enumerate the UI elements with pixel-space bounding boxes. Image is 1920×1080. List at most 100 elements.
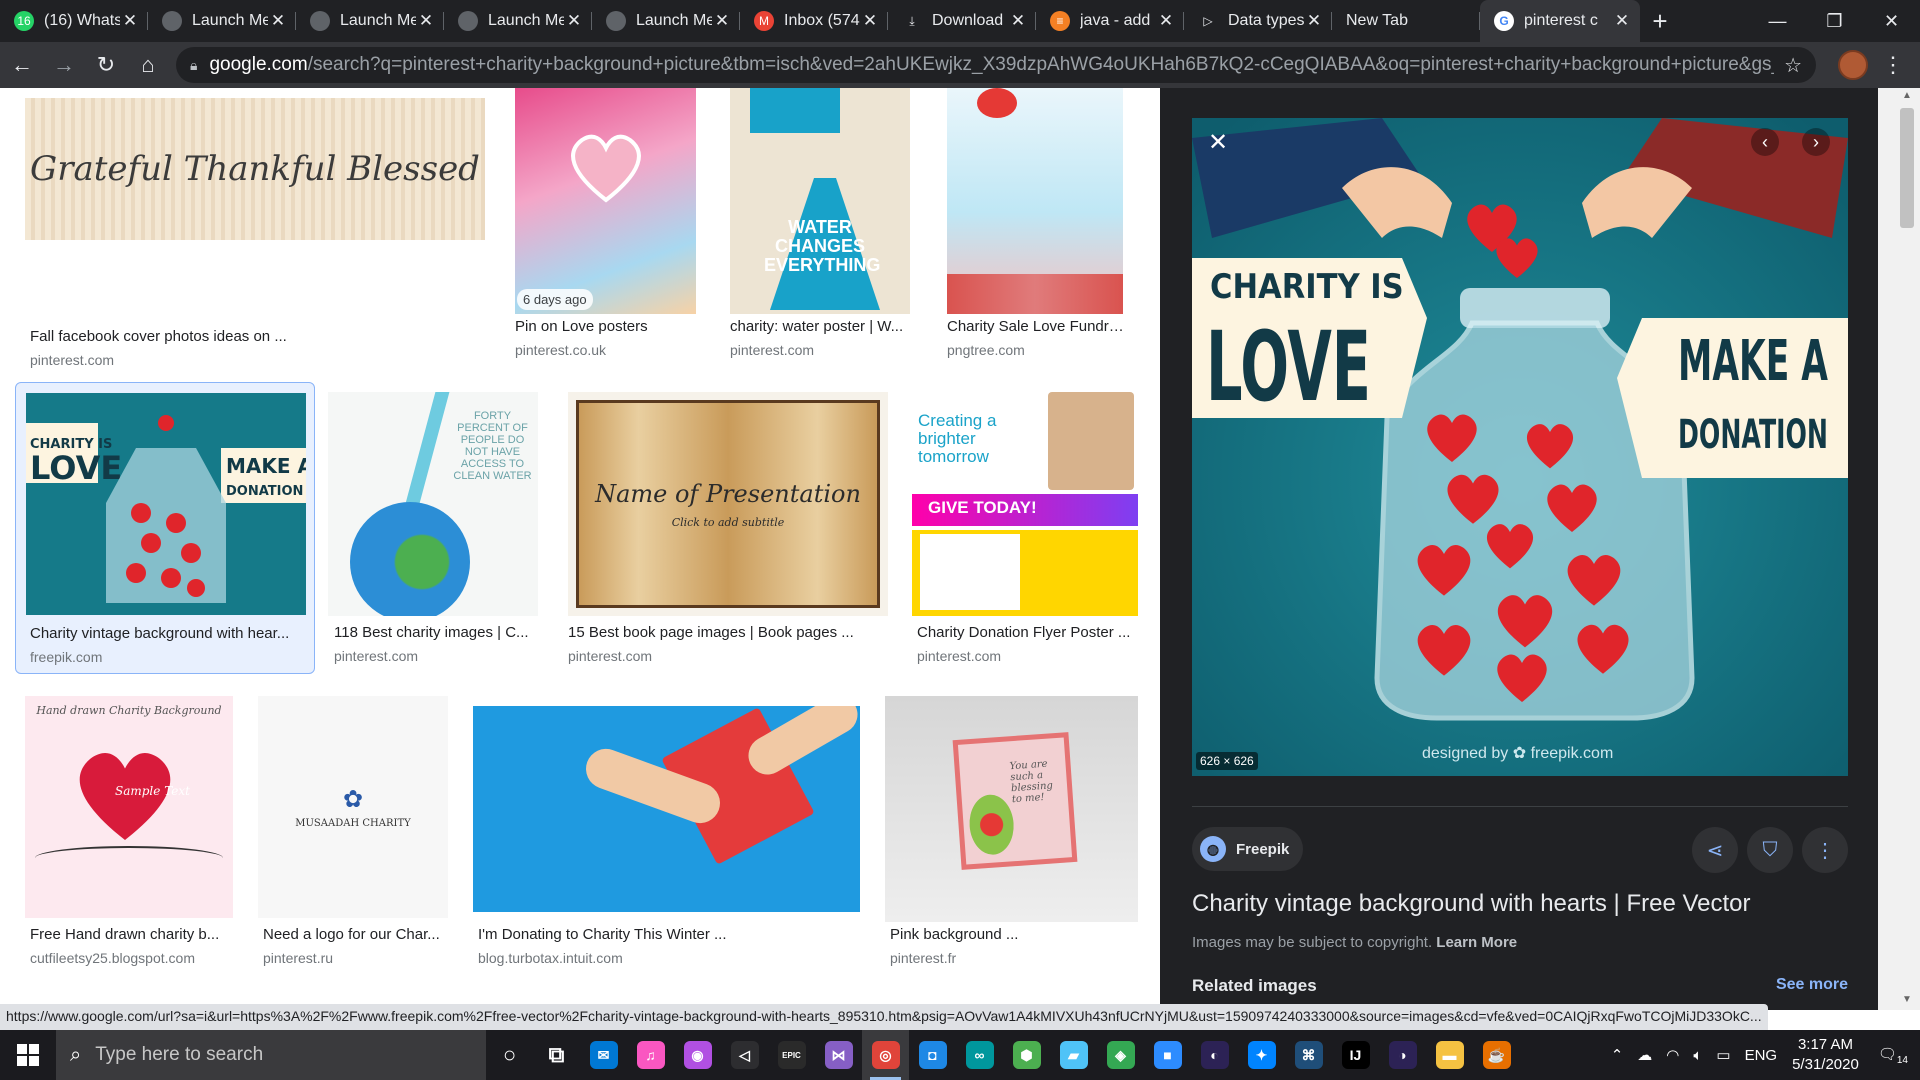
taskbar-app[interactable]: ◁ [721,1030,768,1080]
image-result-card[interactable]: Name of Presentation Click to add subtit… [568,392,888,674]
result-title[interactable]: 118 Best charity images | C... [334,624,532,641]
browser-tab[interactable]: Launch Me ✕ [148,0,296,42]
result-source[interactable]: pinterest.fr [890,950,956,966]
notifications-icon[interactable]: 🗨︎14 [1878,1045,1908,1066]
image-result-card[interactable]: Hand drawn Charity Background Sample Tex… [25,696,250,976]
result-source[interactable]: cutfileetsy25.blogspot.com [30,950,195,966]
bookmark-star-icon[interactable]: ☆ [1784,53,1802,78]
taskbar-app[interactable]: ◉ [674,1030,721,1080]
source-link[interactable]: ◍ Freepik [1192,827,1304,871]
close-tab-icon[interactable]: ✕ [268,11,288,31]
result-source[interactable]: pinterest.ru [263,950,333,966]
browser-tab[interactable]: Launch Me ✕ [296,0,444,42]
close-tab-icon[interactable]: ✕ [564,11,584,31]
image-result-card[interactable]: Creating a brighter tomorrow GIVE TODAY!… [912,392,1142,674]
scroll-thumb[interactable] [1900,108,1914,228]
result-thumbnail[interactable]: ✿ MUSAADAH CHARITY [258,696,448,918]
taskbar-app[interactable]: ✉ [580,1030,627,1080]
scroll-up-arrow-icon[interactable]: ▲ [1900,90,1914,104]
result-thumbnail[interactable]: 6 days ago [515,88,696,314]
image-result-card[interactable]: Charity Sale Love Fundrai... pngtree.com [947,88,1137,368]
address-bar[interactable]: 🔒︎ google.com/search?q=pinterest+charity… [176,47,1816,83]
browser-tab[interactable]: Launch Me ✕ [444,0,592,42]
back-button[interactable]: ← [2,45,42,85]
close-preview-button[interactable]: ✕ [1204,128,1232,156]
tray-overflow-icon[interactable]: ⌃ [1611,1046,1624,1064]
more-options-button[interactable]: ⋮ [1802,827,1848,873]
result-thumbnail[interactable]: WATER CHANGES EVERYTHING [730,88,910,314]
result-thumbnail[interactable] [473,706,860,912]
result-title[interactable]: Fall facebook cover photos ideas on ... [30,328,504,345]
taskbar-app[interactable]: ✦ [1238,1030,1285,1080]
browser-tab[interactable]: ⤓ Download ✕ [888,0,1036,42]
taskbar-app[interactable]: ■ [1144,1030,1191,1080]
image-result-card[interactable]: 6 days ago Pin on Love posters pinterest.c… [515,88,696,368]
image-result-card[interactable]: I'm Donating to Charity This Winter ... b… [473,706,863,976]
taskbar-app[interactable]: ▰ [1050,1030,1097,1080]
result-thumbnail[interactable]: CHARITY IS LOVE MAKE A DONATION [26,393,306,615]
taskbar-app[interactable]: ◑ [1379,1030,1426,1080]
close-tab-icon[interactable]: ✕ [1156,11,1176,31]
taskbar-app[interactable]: EPIC [768,1030,815,1080]
image-result-card[interactable]: You are such a blessing to me! Pink back… [885,696,1140,976]
result-thumbnail[interactable]: Hand drawn Charity Background Sample Tex… [25,696,233,918]
browser-tab[interactable]: Gpinterest c ✕ [1480,0,1640,42]
profile-avatar[interactable] [1838,50,1868,80]
taskbar-app[interactable]: ◈ [1097,1030,1144,1080]
result-thumbnail[interactable]: Creating a brighter tomorrow GIVE TODAY! [912,392,1138,616]
share-button[interactable]: ⋖ [1692,827,1738,873]
language-indicator[interactable]: ENG [1745,1047,1778,1064]
result-source[interactable]: pinterest.com [917,648,1001,664]
result-source[interactable]: pinterest.com [30,352,114,368]
result-source[interactable]: pinterest.com [334,648,418,664]
start-button[interactable] [0,1030,56,1080]
taskbar-app[interactable]: ∞ [956,1030,1003,1080]
image-result-card[interactable]: ✿ MUSAADAH CHARITY Need a logo for our Ch… [258,696,458,976]
browser-tab[interactable]: M Inbox (574 ✕ [740,0,888,42]
next-image-button[interactable]: › [1802,128,1830,156]
taskbar-app[interactable]: ○ [486,1030,533,1080]
close-tab-icon[interactable]: ✕ [860,11,880,31]
see-more-link[interactable]: See more [1776,976,1848,994]
battery-icon[interactable]: ▭ [1716,1046,1730,1064]
result-title[interactable]: Free Hand drawn charity b... [30,926,244,943]
result-source[interactable]: freepik.com [30,649,102,665]
clock[interactable]: 3:17 AM 5/31/2020 [1792,1035,1859,1075]
image-result-card[interactable]: Grateful Thankful Blessed Fall facebook c… [25,98,510,378]
taskbar-app[interactable]: ☕ [1473,1030,1520,1080]
preview-image[interactable]: CHARITY IS LOVE MAKE A DONATION designed… [1192,118,1848,776]
image-result-card[interactable]: FORTY PERCENT OF PEOPLE DO NOT HAVE ACCE… [328,392,538,674]
forward-button[interactable]: → [44,45,84,85]
taskbar-app[interactable]: ♫ [627,1030,674,1080]
close-tab-icon[interactable]: ✕ [1008,11,1028,31]
image-result-card[interactable]: CHARITY IS LOVE MAKE A DONATION Charity … [15,382,315,674]
minimize-button[interactable]: — [1749,0,1806,42]
taskbar-app[interactable]: ◐ [1191,1030,1238,1080]
browser-tab[interactable]: ▷ Data types ✕ [1184,0,1332,42]
save-button[interactable]: ⛉ [1747,827,1793,873]
home-button[interactable]: ⌂ [128,45,168,85]
wifi-icon[interactable]: ◠ [1666,1046,1679,1064]
reload-button[interactable]: ↻ [86,45,126,85]
scroll-down-arrow-icon[interactable]: ▼ [1900,994,1914,1008]
result-thumbnail[interactable]: You are such a blessing to me! [885,696,1138,922]
result-title[interactable]: I'm Donating to Charity This Winter ... [478,926,857,943]
close-tab-icon[interactable]: ✕ [120,11,140,31]
result-title[interactable]: Charity Donation Flyer Poster ... [917,624,1136,641]
taskbar-app[interactable]: ▬ [1426,1030,1473,1080]
result-title[interactable]: Need a logo for our Char... [263,926,452,943]
onedrive-icon[interactable]: ☁ [1637,1046,1652,1064]
result-thumbnail[interactable]: FORTY PERCENT OF PEOPLE DO NOT HAVE ACCE… [328,392,538,616]
result-source[interactable]: pngtree.com [947,342,1025,358]
browser-tab[interactable]: ≡ java - add ✕ [1036,0,1184,42]
result-source[interactable]: pinterest.com [568,648,652,664]
taskbar-app[interactable]: ◘ [909,1030,956,1080]
image-result-card[interactable]: WATER CHANGES EVERYTHING charity: water p… [730,88,910,368]
close-window-button[interactable]: ✕ [1863,0,1920,42]
taskbar-app[interactable]: IJ [1332,1030,1379,1080]
taskbar-app[interactable]: ⬢ [1003,1030,1050,1080]
close-tab-icon[interactable]: ✕ [712,11,732,31]
result-title[interactable]: Pink background ... [890,926,1134,943]
restore-button[interactable]: ❐ [1806,0,1863,42]
result-thumbnail[interactable]: Grateful Thankful Blessed [25,98,485,240]
